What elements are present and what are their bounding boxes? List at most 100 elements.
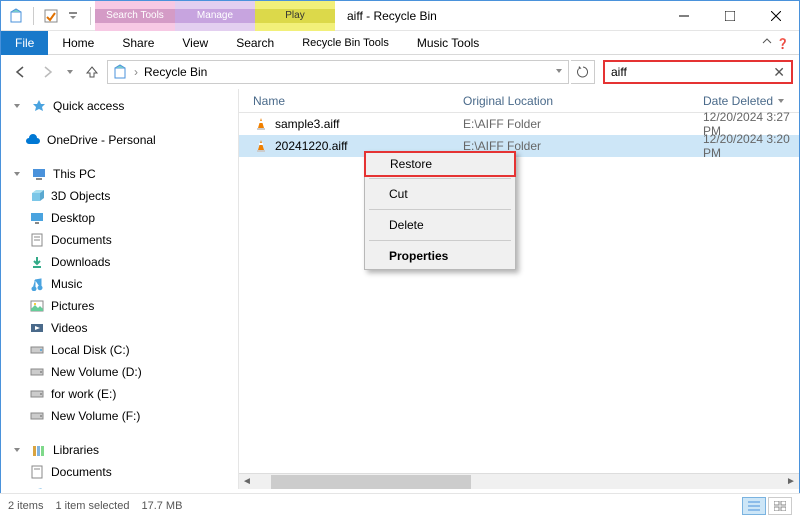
close-button[interactable]: [753, 1, 799, 31]
sidebar-item-label: Quick access: [53, 99, 124, 113]
libraries-icon: [31, 442, 47, 458]
clear-search-button[interactable]: ✕: [773, 64, 785, 81]
tab-recycle-bin-tools[interactable]: Recycle Bin Tools: [288, 31, 403, 55]
context-tab-play[interactable]: Play: [255, 1, 335, 31]
sidebar-item-label: Pictures: [51, 299, 94, 313]
sidebar-item[interactable]: Local Disk (C:): [1, 339, 238, 361]
search-box[interactable]: ✕: [603, 60, 793, 84]
sidebar-item[interactable]: for work (E:): [1, 383, 238, 405]
context-tab-manage[interactable]: Manage: [175, 1, 255, 31]
folder-icon: [29, 188, 45, 204]
folder-icon: [29, 342, 45, 358]
nav-back-button[interactable]: [7, 59, 33, 85]
context-menu: Restore Cut Delete Properties: [364, 151, 516, 270]
search-input[interactable]: [611, 65, 773, 79]
menu-cut[interactable]: Cut: [365, 181, 515, 207]
recycle-bin-icon: [7, 7, 25, 25]
folder-icon: [29, 386, 45, 402]
sidebar-item-label: Videos: [51, 321, 87, 335]
thumbnails-view-button[interactable]: [768, 497, 792, 515]
tab-share[interactable]: Share: [108, 31, 168, 55]
breadcrumb[interactable]: Recycle Bin: [144, 65, 207, 79]
maximize-button[interactable]: [707, 1, 753, 31]
menu-delete[interactable]: Delete: [365, 212, 515, 238]
quick-access-toolbar: [1, 7, 95, 25]
column-date-deleted[interactable]: Date Deleted: [689, 94, 799, 108]
sidebar-item-label: New Volume (D:): [51, 365, 142, 379]
sidebar-libraries[interactable]: Libraries: [1, 439, 238, 461]
sidebar-item-label: Desktop: [51, 211, 95, 225]
sidebar-item[interactable]: Music: [1, 483, 238, 489]
ribbon-collapse-button[interactable]: ❓: [751, 35, 799, 50]
sidebar-item-label: Downloads: [51, 255, 110, 269]
horizontal-scrollbar[interactable]: ◄ ►: [239, 473, 799, 489]
nav-forward-button[interactable]: [35, 59, 61, 85]
column-label: Date Deleted: [703, 94, 773, 108]
nav-history-dropdown[interactable]: [63, 59, 77, 85]
context-tab-search[interactable]: Search Tools: [95, 1, 175, 31]
minimize-button[interactable]: [661, 1, 707, 31]
tab-search-tools[interactable]: Search: [222, 31, 288, 55]
window-title: aiff - Recycle Bin: [335, 9, 661, 23]
status-size: 17.7 MB: [141, 500, 182, 512]
sidebar-item-label: OneDrive - Personal: [47, 133, 156, 147]
scroll-thumb[interactable]: [271, 475, 471, 489]
sidebar-item[interactable]: Pictures: [1, 295, 238, 317]
file-row[interactable]: 20241220.aiffE:\AIFF Folder12/20/2024 3:…: [239, 135, 799, 157]
file-list: Name Original Location Date Deleted samp…: [239, 89, 799, 489]
tab-view[interactable]: View: [168, 31, 222, 55]
tab-music-tools[interactable]: Music Tools: [403, 31, 493, 55]
sidebar-quick-access[interactable]: Quick access: [1, 95, 238, 117]
sidebar-item[interactable]: Music: [1, 273, 238, 295]
status-item-count: 2 items: [8, 500, 43, 512]
address-dropdown[interactable]: [554, 65, 564, 79]
sidebar-item[interactable]: 3D Objects: [1, 185, 238, 207]
star-icon: [31, 98, 47, 114]
nav-up-button[interactable]: [79, 59, 105, 85]
properties-icon[interactable]: [42, 7, 60, 25]
chevron-down-icon: [9, 166, 25, 182]
sidebar-item-label: Documents: [51, 233, 112, 247]
column-original-location[interactable]: Original Location: [449, 94, 689, 108]
folder-icon: [29, 486, 45, 489]
file-name: sample3.aiff: [275, 117, 339, 131]
sidebar-item[interactable]: New Volume (D:): [1, 361, 238, 383]
folder-icon: [29, 254, 45, 270]
sort-indicator-icon: [777, 97, 785, 105]
audio-file-icon: [253, 116, 269, 132]
sidebar-item-label: Local Disk (C:): [51, 343, 130, 357]
pc-icon: [31, 166, 47, 182]
sidebar-this-pc[interactable]: This PC: [1, 163, 238, 185]
menu-properties[interactable]: Properties: [365, 243, 515, 269]
sidebar-item-label: Libraries: [53, 443, 99, 457]
tab-home[interactable]: Home: [48, 31, 108, 55]
sidebar-item-label: for work (E:): [51, 387, 116, 401]
folder-icon: [29, 408, 45, 424]
sidebar-item[interactable]: Documents: [1, 461, 238, 483]
folder-icon: [29, 320, 45, 336]
sidebar-item[interactable]: Videos: [1, 317, 238, 339]
scroll-right-arrow[interactable]: ►: [783, 474, 799, 490]
file-date-deleted: 12/20/2024 3:20 PM: [689, 132, 799, 160]
context-group-label: Search Tools: [95, 9, 175, 23]
audio-file-icon: [253, 138, 269, 154]
menu-restore[interactable]: Restore: [364, 151, 516, 177]
folder-icon: [29, 210, 45, 226]
chevron-down-icon: [9, 98, 25, 114]
chevron-down-icon: [9, 442, 25, 458]
column-name[interactable]: Name: [239, 94, 449, 108]
sidebar-onedrive[interactable]: OneDrive - Personal: [1, 129, 238, 151]
sidebar-item[interactable]: Downloads: [1, 251, 238, 273]
navigation-pane: Quick access OneDrive - Personal This PC…: [1, 89, 239, 489]
scroll-left-arrow[interactable]: ◄: [239, 474, 255, 490]
sidebar-item-label: This PC: [53, 167, 96, 181]
address-bar[interactable]: › Recycle Bin: [107, 60, 569, 84]
qat-dropdown-icon[interactable]: [64, 7, 82, 25]
tab-file[interactable]: File: [1, 31, 48, 55]
sidebar-item[interactable]: Documents: [1, 229, 238, 251]
details-view-button[interactable]: [742, 497, 766, 515]
sidebar-item[interactable]: New Volume (F:): [1, 405, 238, 427]
sidebar-item[interactable]: Desktop: [1, 207, 238, 229]
refresh-button[interactable]: [571, 60, 595, 84]
sidebar-item-label: New Volume (F:): [51, 409, 140, 423]
